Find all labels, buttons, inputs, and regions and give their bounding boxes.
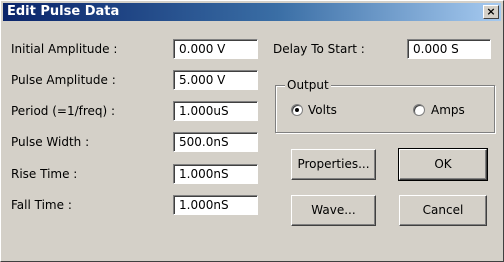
amps-radio[interactable]: [413, 104, 425, 116]
cancel-button[interactable]: Cancel: [399, 195, 487, 226]
fall-time-label: Fall Time :: [11, 198, 72, 212]
rise-time-label: Rise Time :: [11, 167, 78, 181]
volts-label[interactable]: Volts: [308, 102, 337, 118]
fall-time-field[interactable]: 1.000nS: [173, 195, 258, 215]
ok-button[interactable]: OK: [398, 148, 488, 181]
delay-to-start-field[interactable]: 0.000 S: [407, 39, 491, 59]
pulse-amplitude-label: Pulse Amplitude :: [11, 73, 116, 87]
rise-time-field[interactable]: 1.000nS: [173, 164, 258, 184]
close-button[interactable]: ×: [483, 5, 499, 19]
pulse-width-label: Pulse Width :: [11, 135, 90, 149]
initial-amplitude-field[interactable]: 0.000 V: [173, 39, 258, 59]
volts-radio[interactable]: [291, 104, 303, 116]
initial-amplitude-label: Initial Amplitude :: [11, 42, 118, 56]
delay-to-start-label: Delay To Start :: [273, 42, 365, 56]
window-title: Edit Pulse Data: [7, 4, 120, 19]
properties-button[interactable]: Properties...: [291, 149, 376, 180]
wave-button[interactable]: Wave...: [291, 195, 376, 226]
output-group-label: Output: [285, 78, 331, 92]
pulse-width-field[interactable]: 500.0nS: [173, 132, 258, 152]
period-label: Period (=1/freq) :: [11, 104, 116, 118]
title-bar[interactable]: Edit Pulse Data ×: [3, 3, 501, 21]
edit-pulse-dialog: Edit Pulse Data × Initial Amplitude : Pu…: [0, 0, 504, 262]
period-field[interactable]: 1.000uS: [173, 101, 258, 121]
pulse-amplitude-field[interactable]: 5.000 V: [173, 70, 258, 90]
amps-label[interactable]: Amps: [431, 102, 465, 118]
